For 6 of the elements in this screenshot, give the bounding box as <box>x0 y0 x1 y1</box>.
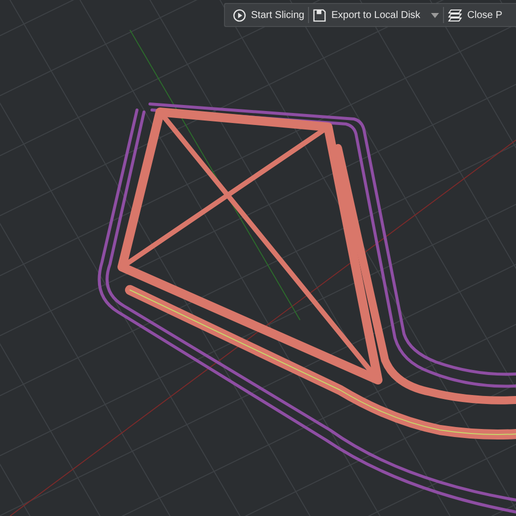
caret-icon <box>431 12 440 18</box>
layers-icon <box>448 8 462 22</box>
toolbar-button[interactable]: Start Slicing <box>229 4 308 26</box>
toolbar-button[interactable]: Export to Local Disk <box>309 4 444 26</box>
toolbar-button[interactable]: Close P <box>444 4 506 26</box>
play-icon <box>233 8 246 22</box>
